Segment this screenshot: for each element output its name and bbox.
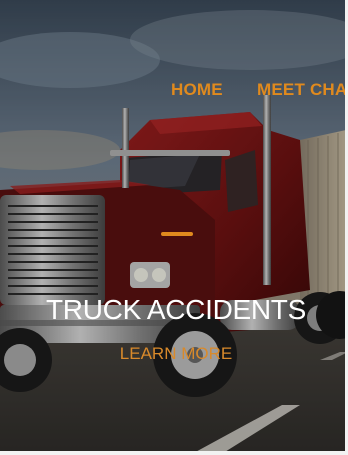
learn-more-link[interactable]: LEARN MORE: [0, 344, 348, 364]
nav-link-meet[interactable]: MEET CHA: [257, 80, 347, 100]
bottom-edge-border: [0, 451, 348, 455]
image-overlay: [0, 0, 348, 455]
main-nav: HOME MEET CHA: [0, 80, 348, 102]
hero-banner: HOME MEET CHA TRUCK ACCIDENTS LEARN MORE: [0, 0, 348, 455]
hero-title: TRUCK ACCIDENTS: [46, 294, 306, 325]
nav-link-home[interactable]: HOME: [171, 80, 223, 100]
accent-divider: [161, 232, 193, 236]
